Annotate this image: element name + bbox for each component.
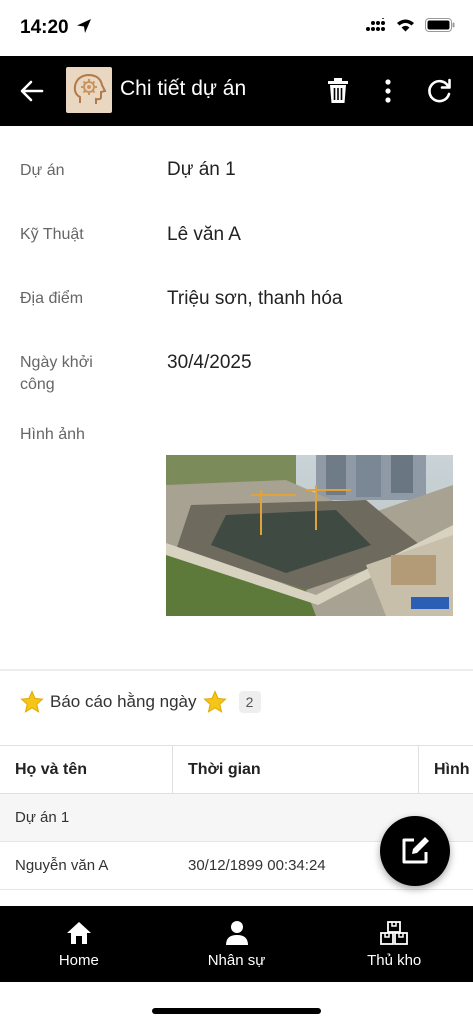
group-label: Dự án 1 bbox=[15, 809, 70, 826]
home-indicator-area bbox=[0, 982, 473, 1024]
page-title: Chi tiết dự án bbox=[120, 77, 247, 100]
table-header: Họ và tên Thời gian Hình bbox=[0, 745, 473, 794]
project-value: Dự án 1 bbox=[167, 159, 236, 180]
start-date-label: Ngày khởi công bbox=[20, 354, 93, 393]
head-gear-logo-icon bbox=[73, 73, 107, 104]
section-divider bbox=[0, 669, 473, 671]
column-header-name[interactable]: Họ và tên bbox=[15, 746, 87, 794]
column-separator bbox=[418, 746, 419, 794]
row-name: Nguyễn văn A bbox=[15, 857, 109, 874]
status-time-text: 14:20 bbox=[20, 17, 69, 38]
back-button[interactable] bbox=[14, 73, 50, 109]
nav-item-warehouse[interactable]: Thủ kho bbox=[315, 906, 473, 982]
person-icon bbox=[225, 921, 248, 945]
report-count-badge: 2 bbox=[238, 691, 261, 713]
edit-fab-button[interactable] bbox=[380, 816, 450, 886]
home-icon bbox=[66, 922, 91, 944]
nav-label-home: Home bbox=[58, 952, 99, 969]
refresh-button[interactable] bbox=[421, 73, 457, 109]
location-value: Triệu sơn, thanh hóa bbox=[167, 288, 343, 309]
daily-report-header: Báo cáo hằng ngày 2 bbox=[20, 690, 261, 714]
status-time: 14:20 bbox=[20, 17, 92, 39]
star-icon bbox=[20, 690, 44, 713]
image-label: Hình ảnh bbox=[20, 426, 85, 443]
row-time: 30/12/1899 00:34:24 bbox=[188, 857, 326, 874]
back-arrow-icon bbox=[20, 80, 44, 102]
more-options-button[interactable] bbox=[370, 73, 406, 109]
project-photo[interactable] bbox=[166, 455, 453, 616]
technician-label: Kỹ Thuật bbox=[20, 226, 84, 243]
battery-icon bbox=[425, 18, 455, 32]
delete-icon bbox=[328, 78, 348, 103]
star-icon bbox=[202, 690, 227, 713]
status-bar: 14:20 bbox=[0, 0, 473, 56]
more-vert-icon bbox=[385, 79, 391, 103]
nav-item-staff[interactable]: Nhân sự bbox=[158, 906, 316, 982]
column-header-image[interactable]: Hình bbox=[434, 746, 470, 794]
start-date-value: 30/4/2025 bbox=[167, 352, 252, 373]
bottom-navigation: Home Nhân sự Thủ kho bbox=[0, 906, 473, 982]
status-icons bbox=[366, 18, 455, 32]
home-indicator[interactable] bbox=[152, 1008, 321, 1014]
technician-value: Lê văn A bbox=[167, 224, 241, 245]
edit-icon bbox=[402, 837, 429, 864]
refresh-icon bbox=[428, 78, 451, 103]
project-label: Dự án bbox=[20, 162, 65, 179]
nav-label-warehouse: Thủ kho bbox=[367, 952, 422, 969]
location-arrow-icon bbox=[76, 19, 91, 33]
app-logo bbox=[66, 67, 112, 113]
signal-icon bbox=[366, 18, 385, 31]
location-label: Địa điểm bbox=[20, 290, 84, 307]
nav-label-staff: Nhân sự bbox=[207, 952, 266, 969]
nav-item-home[interactable]: Home bbox=[0, 906, 158, 982]
warehouse-icon bbox=[380, 921, 409, 945]
delete-button[interactable] bbox=[320, 73, 356, 109]
column-separator bbox=[172, 746, 173, 794]
daily-report-title: Báo cáo hằng ngày bbox=[50, 692, 197, 711]
wifi-icon bbox=[397, 19, 414, 32]
construction-site-photo bbox=[166, 455, 453, 616]
column-header-time[interactable]: Thời gian bbox=[188, 746, 261, 794]
app-bar: Chi tiết dự án bbox=[0, 56, 473, 126]
